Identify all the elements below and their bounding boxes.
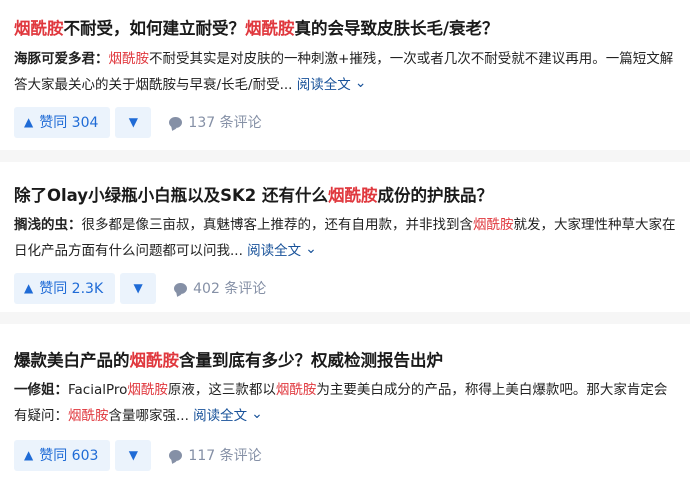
excerpt-text: 原液，这三款都以	[167, 382, 276, 398]
upvote-button[interactable]: ▲ 赞同 2.3K	[14, 272, 116, 304]
title-text: 真的会导致皮肤长毛/衰老？	[294, 19, 499, 38]
upvote-label: 赞同 603	[39, 448, 99, 464]
read-more-label: 阅读全文	[296, 77, 351, 93]
keyword-highlight: 烟酰胺	[127, 382, 168, 398]
question-title[interactable]: 除了Olay小绿瓶小白瓶以及SK2 还有什么烟酰胺成份的护肤品？	[14, 185, 680, 207]
question-title[interactable]: 爆款美白产品的烟酰胺含量到底有多少？权威检测报告出炉	[14, 350, 680, 372]
comments-label: 117 条评论	[188, 448, 262, 464]
answer-card: 除了Olay小绿瓶小白瓶以及SK2 还有什么烟酰胺成份的护肤品？ 搁浅的虫：很多都…	[0, 162, 690, 312]
read-more-label: 阅读全文	[193, 408, 248, 424]
read-more-link[interactable]: 阅读全文 ⌄	[193, 406, 263, 424]
triangle-down-icon: ▼	[128, 448, 139, 462]
answer-actions: ▲ 赞同 2.3K ▼ 402 条评论	[14, 272, 266, 304]
downvote-button[interactable]: ▼	[115, 439, 152, 471]
keyword-highlight: 烟酰胺	[327, 186, 378, 205]
triangle-up-icon: ▲	[24, 115, 34, 129]
comment-bubble-icon	[169, 116, 183, 128]
title-text: 含量到底有多少？权威检测报告出炉	[179, 351, 443, 370]
comments-button[interactable]: 137 条评论	[169, 112, 262, 132]
title-text: 成份的护肤品？	[377, 186, 493, 205]
answer-excerpt[interactable]: 海豚可爱多君：烟酰胺不耐受其实是对皮肤的一种刺激+摧残，一次或者几次不耐受就不建…	[14, 47, 678, 97]
keyword-highlight: 烟酰胺	[108, 51, 150, 67]
upvote-label: 赞同 2.3K	[39, 281, 104, 297]
triangle-down-icon: ▼	[133, 281, 143, 295]
chevron-down-icon: ⌄	[305, 241, 317, 257]
excerpt-text: FacialPro	[68, 382, 128, 398]
excerpt-text: 含量哪家强...	[108, 408, 189, 424]
answer-card: 爆款美白产品的烟酰胺含量到底有多少？权威检测报告出炉 一修姐：FacialPro烟…	[0, 324, 690, 483]
author-name[interactable]: 海豚可爱多君：	[14, 51, 109, 67]
chevron-down-icon: ⌄	[251, 406, 263, 422]
author-name[interactable]: 搁浅的虫：	[14, 217, 82, 233]
author-name[interactable]: 一修姐：	[14, 382, 68, 398]
keyword-highlight: 烟酰胺	[245, 19, 295, 38]
downvote-button[interactable]: ▼	[115, 106, 152, 138]
keyword-highlight: 烟酰胺	[129, 351, 180, 370]
read-more-link[interactable]: 阅读全文 ⌄	[247, 241, 317, 259]
read-more-label: 阅读全文	[247, 243, 302, 259]
title-text: 爆款美白产品的	[14, 351, 130, 370]
upvote-button[interactable]: ▲ 赞同 304	[14, 106, 111, 138]
downvote-button[interactable]: ▼	[120, 272, 157, 304]
keyword-highlight: 烟酰胺	[473, 217, 514, 233]
read-more-link[interactable]: 阅读全文 ⌄	[296, 75, 367, 93]
comments-button[interactable]: 117 条评论	[169, 445, 262, 465]
upvote-label: 赞同 304	[39, 115, 99, 131]
answer-excerpt[interactable]: 一修姐：FacialPro烟酰胺原液，这三款都以烟酰胺为主要美白成分的产品，称得…	[14, 378, 678, 428]
keyword-highlight: 烟酰胺	[68, 408, 109, 424]
answer-actions: ▲ 赞同 304 ▼ 137 条评论	[14, 106, 262, 138]
comment-bubble-icon	[174, 282, 188, 294]
answer-actions: ▲ 赞同 603 ▼ 117 条评论	[14, 439, 262, 471]
keyword-highlight: 烟酰胺	[275, 382, 317, 398]
answer-card: 烟酰胺不耐受，如何建立耐受？烟酰胺真的会导致皮肤长毛/衰老？ 海豚可爱多君：烟酰胺…	[0, 0, 690, 150]
triangle-down-icon: ▼	[128, 115, 139, 129]
question-title[interactable]: 烟酰胺不耐受，如何建立耐受？烟酰胺真的会导致皮肤长毛/衰老？	[14, 18, 680, 40]
triangle-up-icon: ▲	[24, 448, 34, 462]
keyword-highlight: 烟酰胺	[14, 19, 64, 38]
answer-excerpt[interactable]: 搁浅的虫：很多都是像三亩叔，真魅博客上推荐的，还有自用款，并非找到含烟酰胺就发，…	[14, 213, 678, 263]
title-text: 除了Olay小绿瓶小白瓶以及SK2 还有什么	[14, 186, 328, 205]
comments-label: 137 条评论	[188, 115, 262, 131]
comments-button[interactable]: 402 条评论	[174, 278, 266, 298]
chevron-down-icon: ⌄	[354, 75, 367, 91]
comment-bubble-icon	[169, 449, 183, 461]
comments-label: 402 条评论	[193, 281, 267, 297]
triangle-up-icon: ▲	[24, 281, 34, 295]
upvote-button[interactable]: ▲ 赞同 603	[14, 439, 111, 471]
excerpt-text: 很多都是像三亩叔，真魅博客上推荐的，还有自用款，并非找到含	[81, 217, 474, 233]
title-text: 不耐受，如何建立耐受？	[63, 19, 246, 38]
